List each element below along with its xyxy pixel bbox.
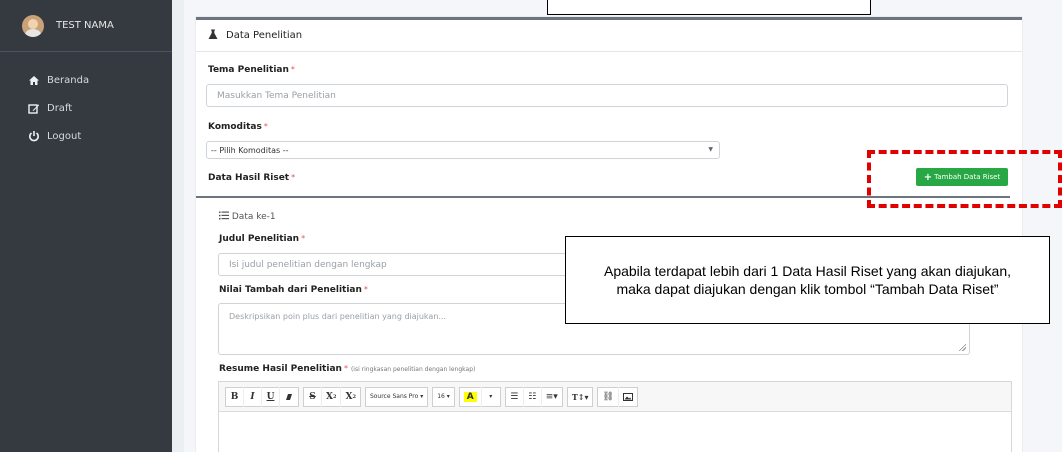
callout-text: Apabila terdapat lebih dari 1 Data Hasil… bbox=[603, 263, 1012, 297]
nilai-label: Nilai Tambah dari Penelitian * bbox=[219, 285, 368, 295]
sidebar-item-label: Draft bbox=[47, 102, 73, 114]
toolbar-group-insert: ⛓ bbox=[597, 386, 638, 407]
content-gutter bbox=[172, 0, 184, 452]
komoditas-select[interactable]: -- Pilih Komoditas -- ▼ bbox=[206, 141, 720, 159]
resume-label: Resume Hasil Penelitian * (isi ringkasan p… bbox=[219, 364, 475, 374]
tema-input[interactable]: Masukkan Tema Penelitian bbox=[206, 84, 1008, 107]
highlight-dashed-box bbox=[867, 150, 1062, 208]
home-icon bbox=[27, 75, 41, 86]
toolbar-group-format: B I U bbox=[225, 386, 299, 407]
font-name-text: Source Sans Pro bbox=[369, 393, 419, 400]
app-root: TEST NAMA Beranda Draft Logout Data Pene… bbox=[0, 0, 1062, 452]
tema-label-text: Tema Penelitian bbox=[208, 65, 289, 75]
ordered-list-icon[interactable]: ☷ bbox=[524, 386, 542, 407]
required-mark: * bbox=[363, 285, 368, 294]
data-ke-1-header: Data ke-1 bbox=[219, 211, 276, 222]
sidebar-nav: Beranda Draft Logout bbox=[0, 52, 172, 150]
italic-icon[interactable]: I bbox=[244, 386, 262, 407]
required-mark: * bbox=[301, 234, 306, 243]
font-size-dropdown[interactable]: 16 ▾ bbox=[432, 386, 455, 407]
card-title: Data Penelitian bbox=[226, 30, 303, 41]
line-height-icon[interactable]: T↕▾ bbox=[568, 387, 593, 407]
font-size-text: 16 bbox=[437, 393, 445, 400]
nilai-placeholder: Deskripsikan poin plus dari penelitian y… bbox=[229, 312, 447, 321]
komoditas-label: Komoditas * bbox=[208, 122, 268, 132]
required-mark: * bbox=[291, 173, 296, 182]
annotation-callout: Apabila terdapat lebih dari 1 Data Hasil… bbox=[565, 236, 1050, 324]
editor-toolbar: B I U S X2 X2 Source Sans Pro ▾ 16 ▾ A ▾ bbox=[219, 382, 1011, 412]
user-name: TEST NAMA bbox=[56, 20, 114, 31]
resize-handle-icon[interactable] bbox=[958, 343, 966, 351]
font-name-value: Source Sans Pro ▾ bbox=[369, 393, 424, 400]
flask-icon bbox=[208, 29, 218, 43]
sidebar-item-draft[interactable]: Draft bbox=[0, 94, 172, 122]
sidebar: TEST NAMA Beranda Draft Logout bbox=[0, 0, 172, 452]
avatar bbox=[22, 14, 44, 37]
subscript-icon[interactable]: X2 bbox=[341, 387, 359, 407]
resume-label-text: Resume Hasil Penelitian bbox=[219, 364, 342, 374]
sidebar-item-beranda[interactable]: Beranda bbox=[0, 66, 172, 94]
link-icon[interactable]: ⛓ bbox=[598, 386, 619, 407]
highlight-color-icon[interactable]: A bbox=[460, 386, 482, 407]
sidebar-item-logout[interactable]: Logout bbox=[0, 122, 172, 150]
sidebar-item-label: Logout bbox=[47, 130, 82, 142]
font-size-value: 16 ▾ bbox=[437, 393, 450, 400]
list-icon bbox=[219, 211, 232, 222]
required-mark: * bbox=[343, 364, 348, 373]
toolbar-group-height: T↕▾ bbox=[566, 386, 594, 407]
judul-label-text: Judul Penelitian bbox=[219, 234, 300, 244]
nilai-label-text: Nilai Tambah dari Penelitian bbox=[219, 285, 362, 295]
sidebar-user-panel[interactable]: TEST NAMA bbox=[0, 0, 172, 52]
power-icon bbox=[27, 130, 41, 142]
tema-label: Tema Penelitian * bbox=[208, 65, 295, 75]
annotation-box-top bbox=[547, 0, 871, 15]
edit-icon bbox=[27, 103, 41, 114]
sidebar-item-label: Beranda bbox=[47, 74, 90, 86]
editor-content-area[interactable] bbox=[219, 412, 1011, 452]
eraser-icon[interactable] bbox=[280, 387, 298, 407]
superscript-icon[interactable]: X2 bbox=[322, 386, 342, 407]
strikethrough-icon[interactable]: S bbox=[304, 386, 322, 407]
image-icon[interactable] bbox=[619, 387, 637, 407]
card-header: Data Penelitian bbox=[196, 20, 1022, 52]
underline-icon[interactable]: U bbox=[262, 386, 280, 407]
toolbar-group-script: S X2 X2 bbox=[303, 386, 361, 407]
data-hasil-label-text: Data Hasil Riset bbox=[208, 173, 290, 183]
chevron-down-icon: ▼ bbox=[708, 146, 713, 153]
align-icon[interactable]: ≡▾ bbox=[542, 387, 562, 407]
rich-text-editor: B I U S X2 X2 Source Sans Pro ▾ 16 ▾ A ▾ bbox=[218, 381, 1012, 452]
toolbar-group-lists: ☰ ☷ ≡▾ bbox=[504, 386, 563, 407]
bold-icon[interactable]: B bbox=[226, 386, 244, 407]
font-name-dropdown[interactable]: Source Sans Pro ▾ bbox=[364, 386, 429, 407]
required-mark: * bbox=[263, 122, 268, 131]
data-ke-1-title: Data ke-1 bbox=[231, 212, 276, 222]
toolbar-group-color: A ▾ bbox=[458, 386, 501, 407]
data-hasil-riset-label: Data Hasil Riset * bbox=[208, 173, 295, 183]
required-mark: * bbox=[290, 65, 295, 74]
komoditas-label-text: Komoditas bbox=[208, 122, 262, 132]
judul-placeholder: Isi judul penelitian dengan lengkap bbox=[229, 259, 387, 270]
unordered-list-icon[interactable]: ☰ bbox=[506, 386, 524, 407]
judul-label: Judul Penelitian * bbox=[219, 234, 305, 244]
resume-note: (isi ringkasan penelitian dengan lengkap… bbox=[350, 366, 476, 373]
color-dropdown-icon[interactable]: ▾ bbox=[482, 387, 500, 407]
komoditas-selected-value: -- Pilih Komoditas -- bbox=[211, 145, 289, 155]
tema-placeholder: Masukkan Tema Penelitian bbox=[217, 90, 336, 101]
